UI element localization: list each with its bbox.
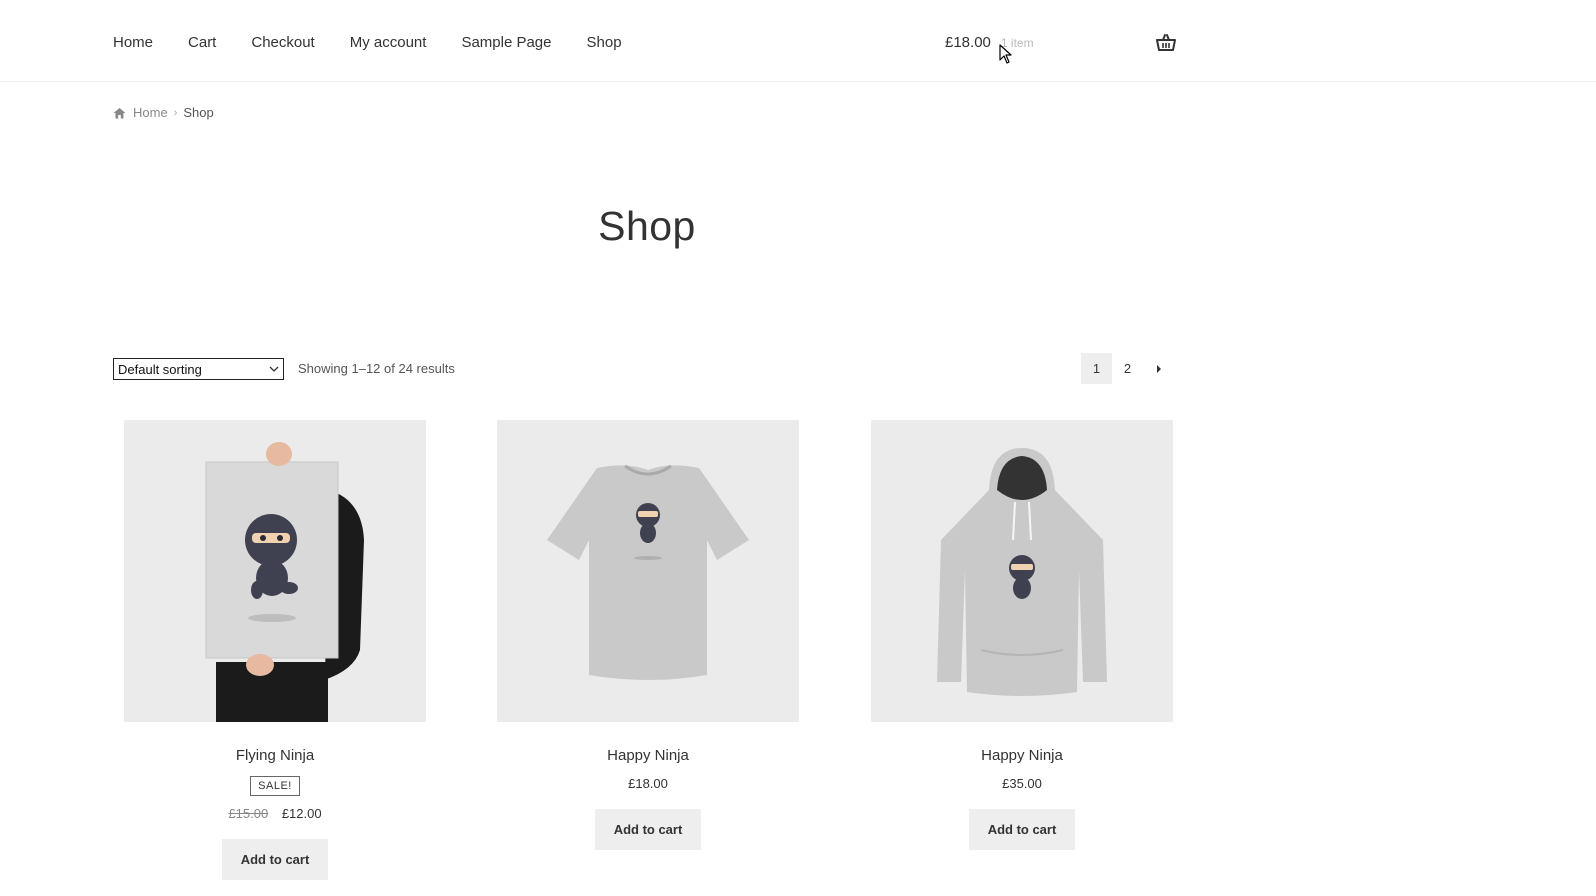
pagination: 1 2 (1081, 353, 1174, 384)
sorting-select[interactable]: Default sorting (113, 358, 284, 380)
add-to-cart-button[interactable]: Add to cart (968, 809, 1076, 850)
breadcrumb-current: Shop (183, 105, 214, 120)
product-card: Happy Ninja £35.00 Add to cart (871, 420, 1173, 850)
nav-item-cart[interactable]: Cart (188, 33, 216, 53)
product-price: £35.00 (871, 776, 1173, 792)
mini-cart-link[interactable]: £18.00 1 item (945, 33, 1034, 53)
product-title[interactable]: Happy Ninja (871, 746, 1173, 766)
site-header: Home Cart Checkout My account Sample Pag… (0, 0, 1596, 82)
nav-item-sample-page[interactable]: Sample Page (461, 33, 551, 53)
product-image[interactable] (497, 420, 799, 722)
pagination-page-1[interactable]: 1 (1081, 353, 1112, 384)
nav-item-my-account[interactable]: My account (350, 33, 427, 53)
primary-navigation: Home Cart Checkout My account Sample Pag… (113, 33, 657, 53)
chevron-down-icon (269, 366, 279, 372)
caret-right-icon (1156, 364, 1161, 373)
cart-amount: £18.00 (945, 34, 991, 51)
result-count: Showing 1–12 of 24 results (298, 361, 455, 376)
product-image[interactable] (124, 420, 426, 722)
basket-icon[interactable] (1156, 33, 1176, 53)
product-title[interactable]: Happy Ninja (497, 746, 799, 766)
breadcrumb: Home › Shop (113, 104, 214, 122)
breadcrumb-home-link[interactable]: Home (133, 104, 168, 122)
product-price: £18.00 (497, 776, 799, 792)
mouse-cursor-icon (999, 44, 1012, 64)
add-to-cart-button[interactable]: Add to cart (594, 809, 702, 850)
home-icon (113, 108, 126, 119)
hoodie-image-icon (871, 420, 1173, 722)
sale-badge: SALE! (250, 776, 300, 796)
add-to-cart-button[interactable]: Add to cart (221, 839, 329, 880)
tshirt-image-icon (497, 420, 799, 722)
product-image[interactable] (871, 420, 1173, 722)
product-regular-price: £35.00 (1002, 776, 1042, 791)
page-title: Shop (598, 203, 696, 249)
product-price: £15.00 £12.00 (124, 806, 426, 822)
sorting-selected-value: Default sorting (118, 361, 202, 377)
product-regular-price: £18.00 (628, 776, 668, 791)
product-sale-price: £12.00 (281, 806, 322, 821)
nav-item-checkout[interactable]: Checkout (251, 33, 314, 53)
product-old-price: £15.00 (228, 806, 269, 821)
poster-image-icon (124, 420, 426, 722)
pagination-next-button[interactable] (1143, 353, 1174, 384)
product-card: Flying Ninja SALE! £15.00 £12.00 Add to … (124, 420, 426, 880)
product-title[interactable]: Flying Ninja (124, 746, 426, 766)
pagination-page-2[interactable]: 2 (1112, 353, 1143, 384)
breadcrumb-separator: › (173, 107, 178, 119)
nav-item-shop[interactable]: Shop (587, 33, 622, 53)
product-card: Happy Ninja £18.00 Add to cart (497, 420, 799, 850)
nav-item-home[interactable]: Home (113, 33, 153, 53)
